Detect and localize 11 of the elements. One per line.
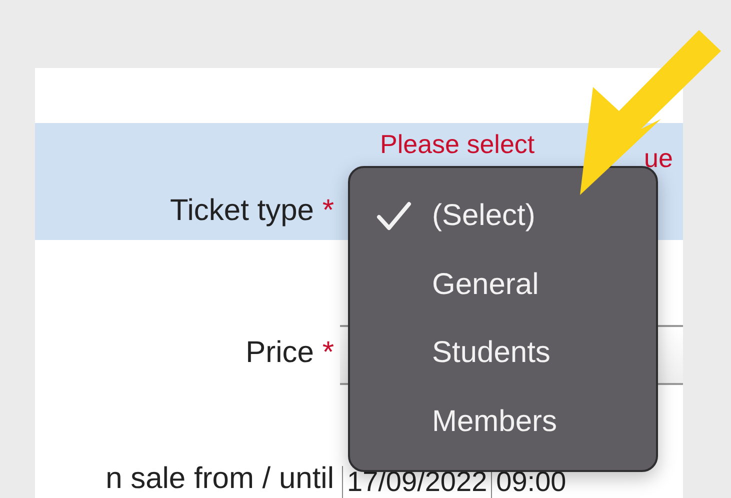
- menu-item[interactable]: General: [350, 250, 656, 319]
- error-message: Please select: [380, 129, 535, 159]
- field-label: Price: [246, 336, 314, 370]
- required-mark: *: [321, 194, 334, 228]
- error-message: ue: [644, 143, 673, 173]
- field-label: n sale from / until: [106, 462, 334, 496]
- menu-item[interactable]: Students: [350, 319, 656, 388]
- required-mark: *: [321, 336, 334, 370]
- field-label: Ticket type: [170, 194, 314, 228]
- menu-item[interactable]: Members: [350, 388, 656, 456]
- menu-item[interactable]: (Select): [350, 182, 656, 250]
